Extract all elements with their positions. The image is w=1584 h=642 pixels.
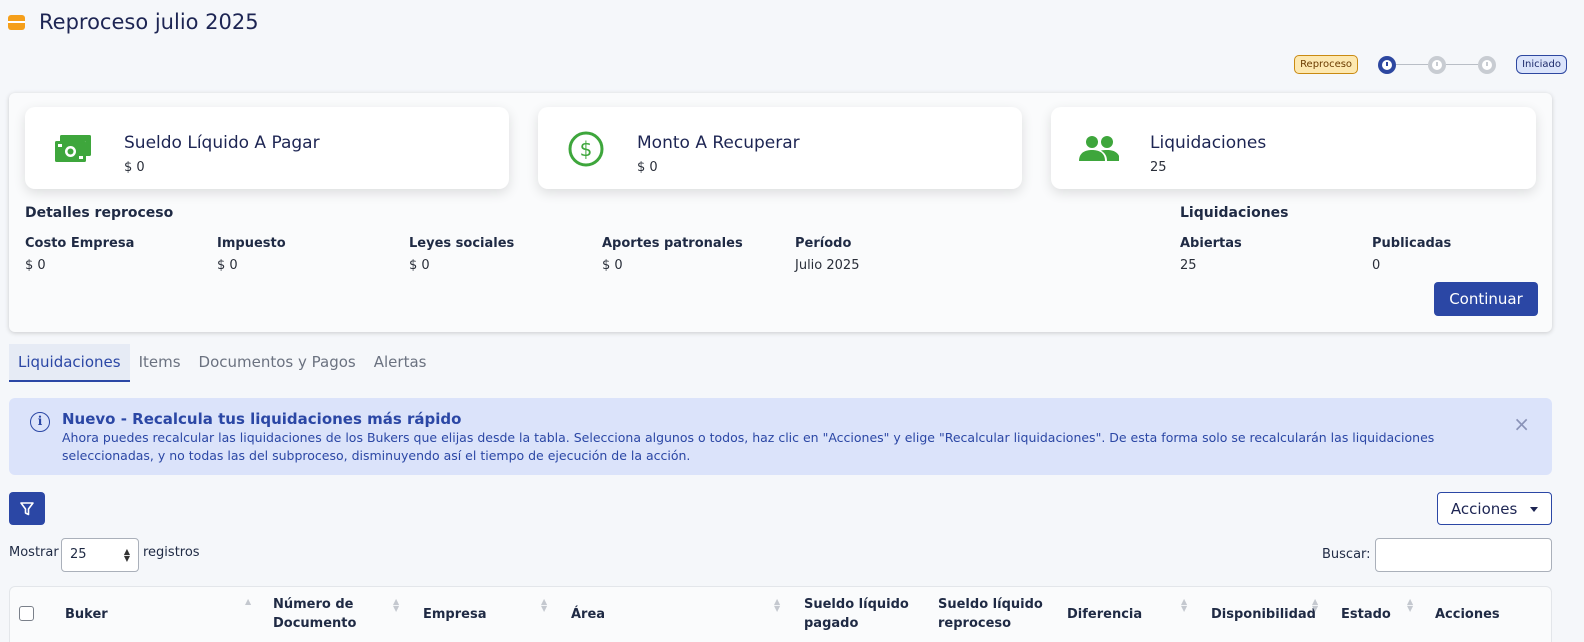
field-label: Costo Empresa [25, 236, 135, 251]
caret-down-icon [1530, 506, 1539, 512]
page-header: Reproceso julio 2025 [8, 10, 259, 34]
field-label: Publicadas [1372, 236, 1452, 251]
column-header-sueldo-pagado[interactable]: Sueldo líquido pagado [804, 595, 914, 633]
page-title: Reproceso julio 2025 [39, 10, 259, 34]
dollar-circle-icon: $ [568, 131, 604, 167]
summary-card: Sueldo Líquido A Pagar $ 0 $ Monto A Rec… [9, 93, 1552, 332]
tab-alertas[interactable]: Alertas [365, 344, 436, 382]
show-label: Mostrar [9, 545, 59, 560]
field-value: Julio 2025 [795, 258, 860, 273]
kpi-card-monto: $ Monto A Recuperar $ 0 [538, 107, 1022, 189]
sort-icon[interactable]: ▲▼ [774, 598, 780, 613]
status-row: Reproceso Iniciado [1294, 55, 1567, 74]
tab-items[interactable]: Items [130, 344, 190, 382]
filter-icon [20, 501, 34, 515]
column-header-documento[interactable]: Número de Documento [273, 595, 383, 633]
kpi-card-sueldo: Sueldo Líquido A Pagar $ 0 [25, 107, 509, 189]
select-all-checkbox[interactable] [19, 606, 34, 621]
sort-icon[interactable]: ▲▼ [393, 598, 399, 613]
sort-icon[interactable]: ▲▼ [541, 598, 547, 613]
alert-title: Nuevo - Recalcula tus liquidaciones más … [62, 410, 462, 428]
field-label: Período [795, 236, 852, 251]
field-value: $ 0 [602, 258, 623, 273]
field-value: 0 [1372, 258, 1381, 273]
svg-text:$: $ [580, 137, 593, 161]
kpi-title: Sueldo Líquido A Pagar [124, 133, 320, 153]
kpi-value: 25 [1150, 160, 1167, 175]
page-size-select[interactable]: 25 ▲ ▼ [61, 538, 139, 572]
column-header-estado[interactable]: Estado [1341, 605, 1391, 624]
process-type-badge: Reproceso [1294, 55, 1359, 74]
field-value: 25 [1180, 258, 1197, 273]
status-badge: Iniciado [1516, 55, 1567, 74]
kpi-value: $ 0 [637, 160, 658, 175]
column-header-empresa[interactable]: Empresa [423, 605, 486, 624]
actions-dropdown-button[interactable]: Acciones [1437, 492, 1552, 525]
card-icon [8, 14, 25, 30]
details-heading: Detalles reproceso [25, 205, 174, 221]
search-label: Buscar: [1322, 547, 1371, 562]
field-label: Abiertas [1180, 236, 1242, 251]
records-label: registros [143, 545, 200, 560]
sort-icon[interactable]: ▲▼ [1181, 598, 1187, 613]
column-header-area[interactable]: Área [571, 605, 605, 624]
tab-bar: Liquidaciones Items Documentos y Pagos A… [9, 344, 435, 382]
close-icon[interactable]: × [1513, 412, 1530, 436]
sort-arrows-icon: ▲ ▼ [123, 547, 130, 563]
sort-icon[interactable]: ▲▼ [1312, 598, 1318, 613]
sort-icon[interactable]: ▲▼ [1407, 598, 1413, 613]
column-header-acciones: Acciones [1435, 607, 1500, 622]
field-value: $ 0 [25, 258, 46, 273]
tab-documentos-pagos[interactable]: Documentos y Pagos [190, 344, 365, 382]
field-value: $ 0 [217, 258, 238, 273]
column-header-buker[interactable]: Buker [65, 605, 108, 624]
field-label: Impuesto [217, 236, 286, 251]
field-label: Leyes sociales [409, 236, 515, 251]
alert-body: Ahora puedes recalcular las liquidacione… [62, 430, 1435, 463]
kpi-title: Liquidaciones [1150, 133, 1267, 153]
info-icon: i [30, 412, 50, 432]
kpi-title: Monto A Recuperar [637, 133, 800, 153]
continue-button[interactable]: Continuar [1434, 282, 1538, 316]
field-label: Aportes patronales [602, 236, 743, 251]
column-header-diferencia[interactable]: Diferencia [1067, 605, 1142, 624]
info-alert: i Nuevo - Recalcula tus liquidaciones má… [9, 398, 1552, 475]
kpi-value: $ 0 [124, 160, 145, 175]
people-icon [1079, 136, 1119, 161]
column-header-sueldo-reproceso[interactable]: Sueldo líquido reproceso [938, 595, 1048, 633]
step-1-clock-icon [1378, 55, 1397, 74]
page-size-value: 25 [70, 547, 87, 562]
liquidaciones-heading: Liquidaciones [1180, 205, 1289, 221]
kpi-card-liquidaciones: Liquidaciones 25 [1051, 107, 1536, 189]
actions-label: Acciones [1450, 499, 1518, 518]
step-connector [1446, 64, 1479, 65]
step-3-clock-icon [1478, 55, 1497, 74]
sort-icon[interactable]: ▲▼ [245, 598, 251, 612]
table-header: Buker ▲▼ Número de Documento ▲▼ Empresa … [9, 586, 1552, 642]
filter-button[interactable] [9, 492, 45, 525]
money-bill-icon [55, 135, 91, 162]
search-input[interactable] [1375, 538, 1552, 572]
tab-liquidaciones[interactable]: Liquidaciones [9, 344, 130, 382]
step-2-clock-icon [1428, 55, 1447, 74]
column-header-disponibilidad[interactable]: Disponibilidad [1211, 605, 1316, 624]
step-connector [1396, 64, 1429, 65]
field-value: $ 0 [409, 258, 430, 273]
